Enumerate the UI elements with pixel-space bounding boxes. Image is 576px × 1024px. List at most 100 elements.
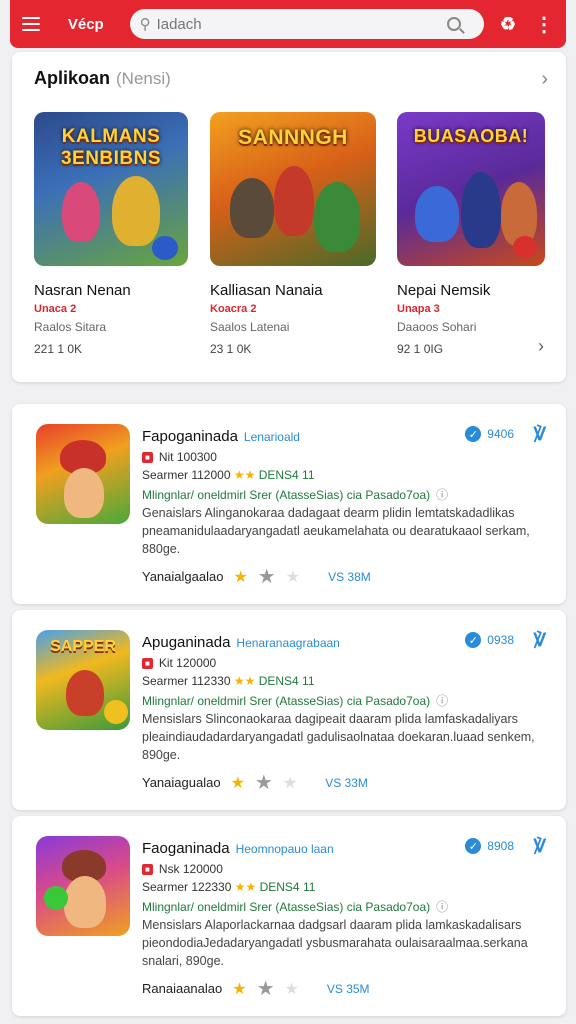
verified-badge: ✓ 8908 — [465, 838, 514, 854]
rating-row: Yanaiagualao ★ ★ ★ VS 33M — [142, 770, 368, 795]
languages-row: Mlingnlar/ oneldmirl Srer (AtasseSias) c… — [142, 486, 448, 503]
menu-icon[interactable] — [22, 10, 50, 38]
star-icon[interactable]: ★ — [285, 979, 299, 999]
app-title[interactable]: Faoganinada Heomnopauo laan — [142, 840, 334, 857]
app-title[interactable]: Fapoganinada Lenarioald — [142, 428, 300, 445]
app-icon[interactable] — [36, 836, 130, 936]
star-icon[interactable]: ★ — [257, 976, 275, 1001]
badge-icon — [513, 236, 537, 258]
app-name: Nasran Nenan — [34, 282, 131, 299]
app-badge: Unapa 3 — [397, 303, 440, 315]
languages-row: Mlingnlar/ oneldmirl Srer (AtasseSias) c… — [142, 692, 448, 709]
languages-text: Mlingnlar/ oneldmirl Srer (AtasseSias) c… — [142, 694, 431, 708]
app-developer-link[interactable]: Heomnopauo laan — [236, 842, 334, 856]
downloads-text: DENS4 11 — [258, 468, 315, 482]
search-input[interactable] — [156, 15, 447, 33]
meta-text: Kit 120000 — [158, 656, 217, 670]
app-thumbnail[interactable]: BUASAOBA! — [397, 112, 545, 266]
app-list-card[interactable]: Fapoganinada Lenarioald ✓ 9406 ℣ ■ Nit 1003… — [12, 404, 566, 604]
character-figure — [64, 468, 104, 518]
featured-app-card[interactable]: BUASAOBA! Nepai Nemsik Unapa 3 Daaoos So… — [397, 112, 545, 356]
character-figure — [230, 178, 274, 238]
app-thumbnail[interactable]: KALMANS 3ENBIBNS — [34, 112, 188, 266]
chevron-right-icon[interactable]: › — [538, 336, 544, 357]
app-badge: Koacra 2 — [210, 303, 257, 315]
app-size: 221 1 0K — [34, 342, 83, 356]
featured-app-card[interactable]: SANNNGH Kalliasan Nanaia Koacra 2 Saalos… — [210, 112, 376, 356]
share-icon[interactable]: ℣ — [534, 424, 546, 445]
verified-count: 9406 — [487, 427, 514, 441]
icon-art: SAPPER — [50, 638, 116, 655]
stats-row: Searmer 112000 ★★ DENS4 11 — [142, 468, 315, 482]
meta-row: ■ Kit 120000 — [142, 656, 216, 670]
star-icon[interactable]: ★ — [231, 773, 245, 793]
featured-app-card[interactable]: KALMANS 3ENBIBNS Nasran Nenan Unaca 2 Ra… — [34, 112, 188, 356]
section-title-text: Aplikoan — [34, 68, 111, 88]
app-size: VS 33M — [325, 775, 368, 790]
tag-icon: ■ — [142, 451, 153, 463]
star-icon[interactable]: ★ — [255, 770, 273, 795]
chevron-right-icon[interactable]: › — [541, 68, 548, 91]
share-icon[interactable]: ℣ — [534, 630, 546, 651]
tag-icon: ■ — [142, 863, 153, 875]
stats-text: Searmer 112330 — [142, 674, 231, 688]
info-icon[interactable]: ⓘ — [436, 694, 448, 708]
app-developer: Daaoos Sohari — [397, 320, 477, 334]
rating-label: Yanaiagualao — [142, 775, 221, 790]
character-figure — [44, 886, 68, 910]
search-bar[interactable]: ⚲ — [129, 9, 484, 39]
downloads-text: DENS4 11 — [259, 880, 316, 894]
info-icon[interactable]: ⓘ — [436, 488, 448, 502]
rating-label: Yanaialgaalao — [142, 569, 224, 584]
verified-badge: ✓ 9406 — [465, 426, 514, 442]
star-icon: ★★ — [234, 880, 257, 894]
more-options-icon[interactable]: ⋮ — [534, 12, 554, 37]
search-icon: ⚲ — [139, 16, 151, 33]
app-developer-link[interactable]: Lenarioald — [244, 430, 300, 444]
star-icon[interactable]: ★ — [232, 979, 246, 999]
thumbnail-art-title: KALMANS 3ENBIBNS — [60, 126, 162, 169]
app-icon[interactable] — [36, 424, 130, 524]
app-name: Kalliasan Nanaia — [210, 282, 323, 299]
app-thumbnail[interactable]: SANNNGH — [210, 112, 376, 266]
app-developer: Raalos Sitara — [34, 320, 107, 334]
star-icon[interactable]: ★ — [258, 564, 276, 589]
meta-text: Nsk 120000 — [158, 862, 223, 876]
star-icon[interactable]: ★ — [233, 567, 247, 587]
info-icon[interactable]: ⓘ — [436, 900, 448, 914]
thumbnail-art-title: SANNNGH — [238, 126, 348, 149]
rating-row: Yanaialgaalao ★ ★ ★ VS 38M — [142, 564, 371, 589]
app-title[interactable]: Apuganinada Henaranaagrabaan — [142, 634, 340, 651]
rating-row: Ranaiaanalao ★ ★ ★ VS 35M — [142, 976, 370, 1001]
app-list-card[interactable]: Faoganinada Heomnopauo laan ✓ 8908 ℣ ■ Nsk … — [12, 816, 566, 1016]
app-developer-link[interactable]: Henaranaagrabaan — [236, 636, 339, 650]
verified-check-icon: ✓ — [465, 632, 482, 648]
meta-row: ■ Nit 100300 — [142, 450, 217, 464]
languages-text: Mlingnlar/ oneldmirl Srer (AtasseSias) c… — [142, 900, 431, 914]
languages-row: Mlingnlar/ oneldmirl Srer (AtasseSias) c… — [142, 898, 448, 915]
star-icon: ★★ — [233, 468, 256, 482]
search-submit-icon[interactable] — [446, 17, 461, 31]
app-icon[interactable]: SAPPER — [36, 630, 130, 730]
app-list-card[interactable]: SAPPER Apuganinada Henaranaagrabaan ✓ 0938… — [12, 610, 566, 810]
star-icon[interactable]: ★ — [286, 567, 300, 587]
character-figure — [62, 182, 100, 242]
app-description: Mensislars Alaporlackarnaa dadgsarl daar… — [142, 918, 528, 968]
star-icon[interactable]: ★ — [283, 773, 297, 793]
top-app-bar: Vécp ⚲ ♻ ⋮ — [10, 0, 566, 48]
app-title-text: Fapoganinada — [142, 428, 238, 445]
notification-icon[interactable]: ♻ — [500, 14, 516, 35]
app-logo[interactable]: Vécp — [68, 16, 124, 33]
star-icon: ★★ — [233, 674, 256, 688]
app-size: 92 1 0IG — [397, 342, 444, 356]
app-name: Nepai Nemsik — [397, 282, 491, 299]
stats-text: Searmer 122330 — [142, 880, 232, 894]
character-figure — [112, 176, 160, 246]
stats-row: Searmer 122330 ★★ DENS4 11 — [142, 880, 315, 894]
app-developer: Saalos Latenai — [210, 320, 290, 334]
section-title: Aplikoan (Nensi) — [34, 68, 171, 89]
share-icon[interactable]: ℣ — [534, 836, 546, 857]
verified-count: 8908 — [487, 839, 514, 853]
rating-label: Ranaiaanalao — [142, 981, 223, 996]
app-title-text: Faoganinada — [142, 840, 230, 857]
